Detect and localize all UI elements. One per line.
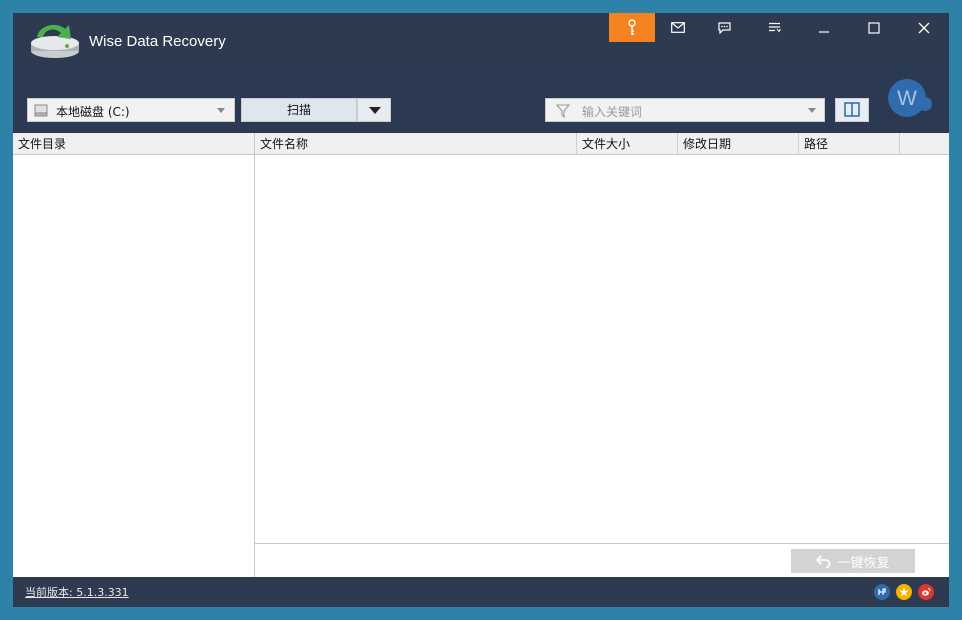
close-button[interactable] (901, 13, 947, 42)
disk-icon (34, 104, 48, 117)
menu-button[interactable] (751, 13, 797, 42)
main-content: 文件目录 文件名称 文件大小 修改日期 路径 一键恢复 (13, 133, 949, 578)
maximize-button[interactable] (851, 13, 897, 42)
account-avatar-icon[interactable]: W (885, 79, 933, 119)
chevron-down-icon (808, 108, 816, 113)
scan-button[interactable]: 扫描 (241, 98, 357, 122)
share-icon (878, 588, 886, 595)
app-title: Wise Data Recovery (89, 33, 226, 50)
folder-tree-pane[interactable]: 文件目录 (13, 133, 255, 577)
toolbar: 本地磁盘 (C:) 扫描 输入关键词 W (13, 61, 949, 133)
weibo-glyph-icon (922, 588, 931, 596)
drive-select[interactable]: 本地磁盘 (C:) (27, 98, 235, 122)
star-icon (899, 587, 909, 597)
avatar-letter: W (897, 87, 917, 110)
status-bar: 当前版本: 5.1.3.331 (13, 577, 949, 607)
menu-icon (768, 22, 781, 33)
app-window: Wise Data Recovery 本地磁盘 (C:) 扫描 输入关键词 W … (13, 13, 949, 607)
layout-icon (844, 102, 860, 117)
social-share-icon[interactable] (874, 584, 890, 600)
version-link[interactable]: 当前版本: 5.1.3.331 (25, 584, 129, 600)
close-icon (918, 22, 930, 33)
file-list-header: 文件名称 文件大小 修改日期 路径 (255, 133, 949, 155)
drive-select-value: 本地磁盘 (C:) (56, 105, 130, 119)
feedback-icon (717, 21, 731, 34)
folder-tree-header: 文件目录 (13, 133, 254, 155)
column-header-size[interactable]: 文件大小 (577, 133, 678, 155)
scan-options-dropdown[interactable] (357, 98, 391, 122)
key-icon (628, 18, 636, 35)
undo-icon (816, 554, 831, 568)
file-list-pane[interactable]: 文件名称 文件大小 修改日期 路径 一键恢复 (255, 133, 949, 578)
maximize-icon (868, 21, 880, 34)
chevron-down-icon (217, 108, 225, 113)
recover-button[interactable]: 一键恢复 (791, 549, 915, 573)
column-header-path[interactable]: 路径 (799, 133, 900, 155)
action-bar: 一键恢复 (255, 543, 949, 578)
filter-icon (556, 104, 570, 118)
message-button[interactable] (655, 13, 701, 42)
column-header-date[interactable]: 修改日期 (678, 133, 799, 155)
column-header-name[interactable]: 文件名称 (255, 133, 577, 155)
minimize-icon (819, 30, 829, 33)
title-bar: Wise Data Recovery (13, 13, 949, 61)
weibo-icon[interactable] (918, 584, 934, 600)
app-logo-icon (31, 24, 79, 58)
feedback-button[interactable] (701, 13, 747, 42)
keyword-filter[interactable]: 输入关键词 (545, 98, 825, 122)
caret-down-icon (369, 107, 381, 114)
layout-toggle-button[interactable] (835, 98, 869, 122)
mail-icon (671, 22, 685, 33)
folder-tree-header-label: 文件目录 (18, 137, 67, 151)
recover-button-label: 一键恢复 (837, 555, 890, 571)
license-key-button[interactable] (609, 13, 655, 42)
keyword-input[interactable]: 输入关键词 (582, 103, 642, 120)
favorite-icon[interactable] (896, 584, 912, 600)
minimize-button[interactable] (801, 13, 847, 42)
